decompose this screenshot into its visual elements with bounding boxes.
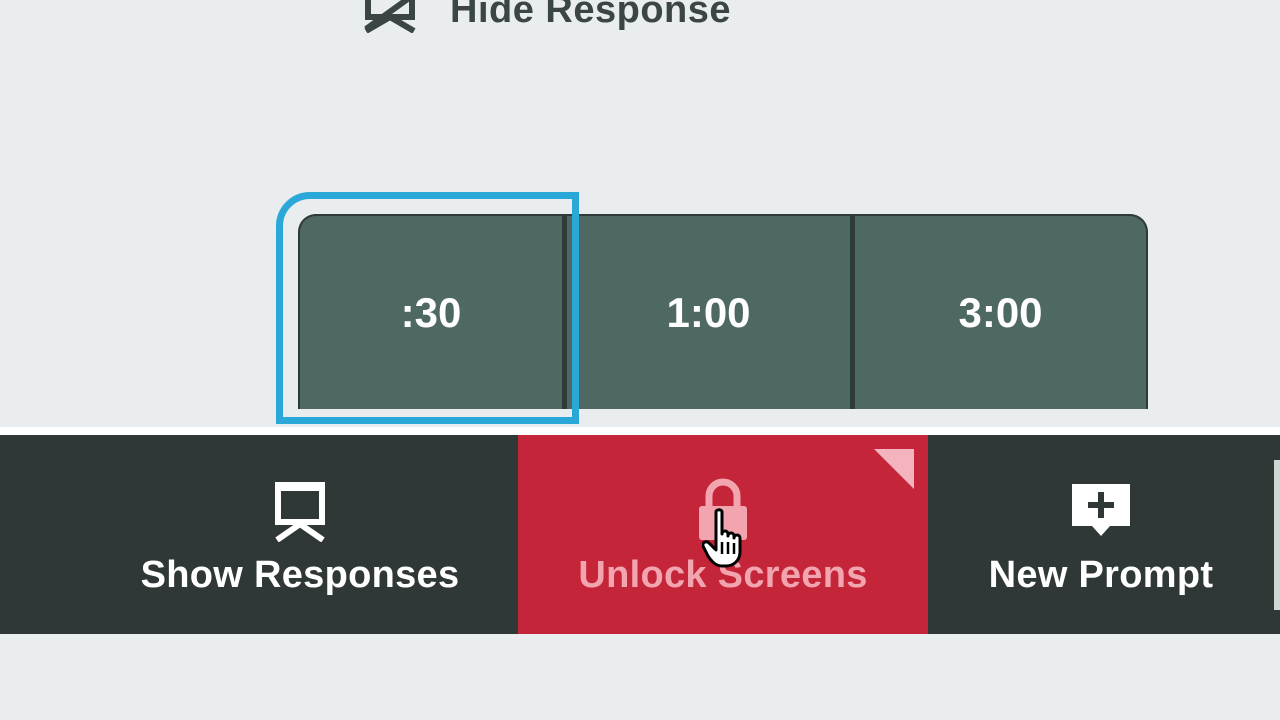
timer-options: :30 1:00 3:00 <box>298 214 1148 409</box>
hide-response-label: Hide Response <box>450 0 732 31</box>
hide-response-button[interactable]: Hide Response <box>362 0 731 34</box>
add-comment-icon <box>1068 472 1134 542</box>
projector-icon <box>269 472 331 542</box>
timer-option-1min[interactable]: 1:00 <box>567 214 850 409</box>
hide-projector-icon <box>362 0 422 33</box>
toolbar-divider <box>0 427 1280 435</box>
unlock-screens-label: Unlock Screens <box>578 554 868 596</box>
show-responses-label: Show Responses <box>140 554 460 596</box>
scrollbar[interactable] <box>1274 460 1280 610</box>
show-responses-button[interactable]: Show Responses <box>0 435 518 634</box>
lock-icon <box>697 472 749 542</box>
timer-option-30s[interactable]: :30 <box>298 214 562 409</box>
unlock-screens-button[interactable]: Unlock Screens <box>518 435 928 634</box>
corner-flag <box>874 449 914 489</box>
teacher-controls-screen: Hide Response :30 1:00 3:00 Show Respons… <box>0 0 1280 720</box>
new-prompt-label: New Prompt <box>988 554 1214 596</box>
bottom-toolbar: Show Responses Unlock Screens New Prompt <box>0 435 1280 634</box>
new-prompt-button[interactable]: New Prompt <box>928 435 1274 634</box>
timer-option-3min[interactable]: 3:00 <box>855 214 1148 409</box>
